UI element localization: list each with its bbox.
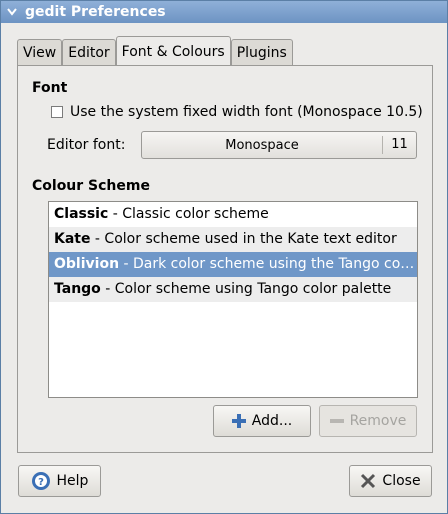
plus-icon bbox=[231, 414, 246, 428]
editor-font-size: 11 bbox=[382, 136, 416, 154]
close-icon bbox=[360, 473, 376, 489]
tab-plugins-label: Plugins bbox=[236, 45, 287, 61]
preferences-window: gedit Preferences View Editor Font & Col… bbox=[0, 0, 448, 514]
scheme-description: - Classic color scheme bbox=[108, 206, 269, 222]
list-item-selected[interactable]: Oblivion - Dark color scheme using the T… bbox=[49, 252, 417, 277]
window-menu-icon[interactable] bbox=[1, 1, 23, 23]
scheme-name: Kate bbox=[54, 231, 91, 247]
scheme-name: Classic bbox=[54, 206, 109, 222]
remove-scheme-label: Remove bbox=[349, 413, 407, 429]
system-font-checkbox[interactable] bbox=[51, 106, 63, 118]
editor-font-button[interactable]: Monospace 11 bbox=[141, 131, 417, 159]
tab-bar: View Editor Font & Colours Plugins bbox=[17, 36, 293, 67]
help-button[interactable]: ? Help bbox=[18, 465, 101, 497]
add-scheme-label: Add... bbox=[251, 413, 293, 429]
scheme-description: - Color scheme used in the Kate text edi… bbox=[90, 231, 397, 247]
minus-icon bbox=[329, 414, 344, 428]
close-label: Close bbox=[382, 473, 421, 489]
scheme-name: Oblivion bbox=[54, 256, 120, 272]
tab-editor[interactable]: Editor bbox=[62, 39, 116, 66]
system-font-checkbox-label: Use the system fixed width font (Monospa… bbox=[70, 104, 423, 120]
window-title: gedit Preferences bbox=[25, 4, 166, 20]
tab-view-label: View bbox=[23, 45, 57, 61]
colour-scheme-list[interactable]: Classic - Classic color scheme Kate - Co… bbox=[48, 201, 418, 398]
list-item[interactable]: Kate - Color scheme used in the Kate tex… bbox=[49, 227, 417, 252]
scheme-name: Tango bbox=[54, 281, 101, 297]
remove-scheme-button[interactable]: Remove bbox=[319, 405, 417, 437]
colour-scheme-heading: Colour Scheme bbox=[32, 178, 150, 194]
tab-font-colours-label: Font & Colours bbox=[121, 44, 225, 60]
list-item[interactable]: Tango - Color scheme using Tango color p… bbox=[49, 277, 417, 302]
editor-font-name: Monospace bbox=[225, 137, 299, 153]
tab-editor-label: Editor bbox=[68, 45, 110, 61]
editor-font-label: Editor font: bbox=[47, 137, 126, 153]
list-item[interactable]: Classic - Classic color scheme bbox=[49, 202, 417, 227]
svg-text:?: ? bbox=[38, 477, 44, 488]
tab-view[interactable]: View bbox=[17, 39, 63, 66]
scheme-description: - Dark color scheme using the Tango co… bbox=[119, 256, 415, 272]
help-label: Help bbox=[56, 473, 89, 489]
title-bar[interactable]: gedit Preferences bbox=[1, 1, 447, 23]
font-heading: Font bbox=[32, 80, 68, 96]
add-scheme-button[interactable]: Add... bbox=[213, 405, 311, 437]
tab-plugins[interactable]: Plugins bbox=[230, 39, 293, 66]
scheme-description: - Color scheme using Tango color palette bbox=[100, 281, 392, 297]
help-icon: ? bbox=[31, 471, 51, 491]
tab-font-colours[interactable]: Font & Colours bbox=[115, 36, 231, 67]
close-button[interactable]: Close bbox=[349, 465, 432, 497]
system-font-checkbox-row[interactable]: Use the system fixed width font (Monospa… bbox=[51, 104, 423, 120]
